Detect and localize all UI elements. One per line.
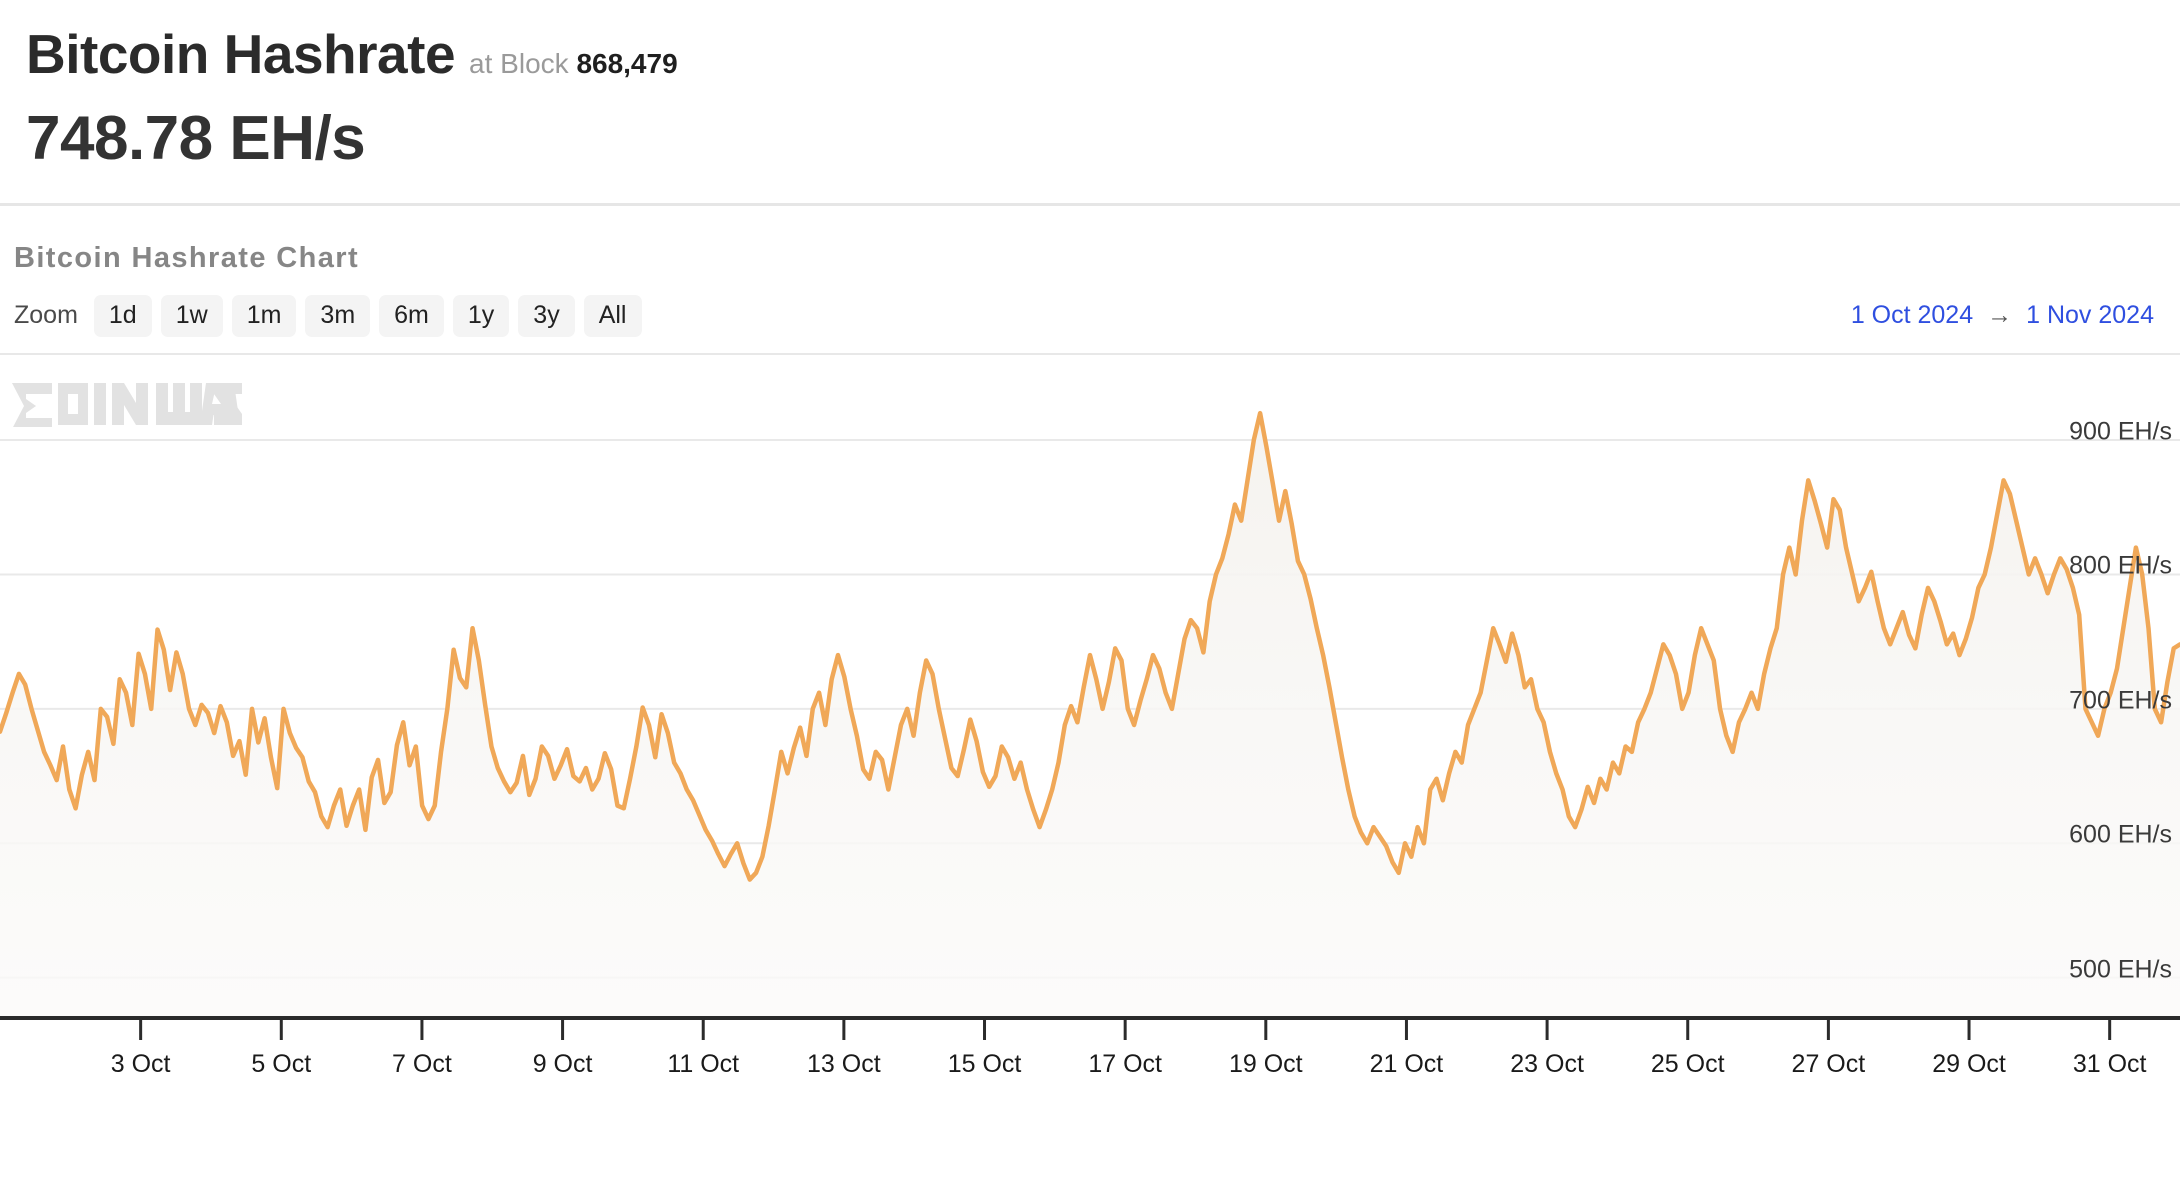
zoom-button-3m[interactable]: 3m: [305, 294, 371, 338]
x-tick-label-5: 13 Oct: [807, 1049, 881, 1078]
x-tick-label-7: 17 Oct: [1088, 1049, 1162, 1078]
x-tick-label-8: 19 Oct: [1228, 1049, 1303, 1078]
x-tick-label-4: 11 Oct: [667, 1049, 740, 1078]
x-tick-label-13: 29 Oct: [1932, 1049, 2006, 1078]
y-tick-label-800: 800 EH/s: [2069, 551, 2172, 580]
at-block-label: at Block 868,479: [469, 48, 678, 80]
page-header: Bitcoin Hashrate at Block 868,479 748.78…: [0, 0, 2180, 171]
x-tick-label-0: 3 Oct: [110, 1049, 171, 1078]
x-tick-label-1: 5 Oct: [251, 1049, 312, 1078]
x-tick-label-11: 25 Oct: [1650, 1049, 1725, 1078]
range-end-date[interactable]: 1 Nov 2024: [2026, 301, 2154, 330]
zoom-button-1d[interactable]: 1d: [93, 294, 152, 338]
zoom-button-1m[interactable]: 1m: [231, 294, 297, 338]
y-tick-label-600: 600 EH/s: [2069, 820, 2172, 849]
zoom-button-All[interactable]: All: [583, 294, 642, 338]
zoom-button-6m[interactable]: 6m: [379, 294, 444, 338]
at-block-prefix: at Block: [469, 48, 569, 79]
page-title: Bitcoin Hashrate: [26, 23, 456, 85]
chart-area[interactable]: 500 EH/s 600 EH/s 700 EH/s 800 EH/s 900 EH/s…: [0, 373, 2180, 1089]
page-root: Bitcoin Hashrate at Block 868,479 748.78…: [0, 0, 2180, 1188]
zoom-label: Zoom: [14, 301, 78, 330]
x-tick-label-6: 15 Oct: [947, 1049, 1022, 1078]
range-start-date[interactable]: 1 Oct 2024: [1851, 301, 1973, 330]
y-tick-label-500: 500 EH/s: [2069, 955, 2172, 984]
block-number: 868,479: [576, 48, 678, 79]
zoom-toolbar: Zoom 1d 1w 1m 3m 6m 1y 3y All 1 Oct 2024 → 1 No…: [0, 275, 2180, 338]
x-tick-label-2: 7 Oct: [392, 1049, 452, 1078]
x-tick-label-12: 27 Oct: [1791, 1049, 1866, 1078]
x-tick-label-3: 9 Oct: [532, 1049, 593, 1078]
date-range: 1 Oct 2024 → 1 Nov 2024: [1851, 301, 2154, 330]
x-tick-label-14: 31 Oct: [2072, 1049, 2147, 1078]
current-hashrate-value: 748.78 EH/s: [26, 103, 366, 173]
x-tick-label-9: 21 Oct: [1369, 1049, 1444, 1078]
zoom-button-group: 1d 1w 1m 3m 6m 1y 3y All: [93, 294, 642, 338]
zoom-button-1w[interactable]: 1w: [160, 294, 223, 338]
title-row: Bitcoin Hashrate at Block 868,479: [26, 23, 2180, 85]
x-tick-label-10: 23 Oct: [1510, 1049, 1584, 1078]
y-tick-label-700: 700 EH/s: [2069, 686, 2172, 715]
zoom-button-1y[interactable]: 1y: [452, 294, 510, 338]
toolbar-divider: [0, 352, 2180, 355]
range-arrow-icon: →: [1987, 301, 2013, 330]
y-tick-label-900: 900 EH/s: [2069, 417, 2172, 446]
hashrate-line-chart: [0, 410, 2180, 1040]
chart-title: Bitcoin Hashrate Chart: [14, 241, 360, 274]
chart-area-fill: [0, 413, 2180, 1018]
zoom-button-3y[interactable]: 3y: [518, 294, 575, 338]
